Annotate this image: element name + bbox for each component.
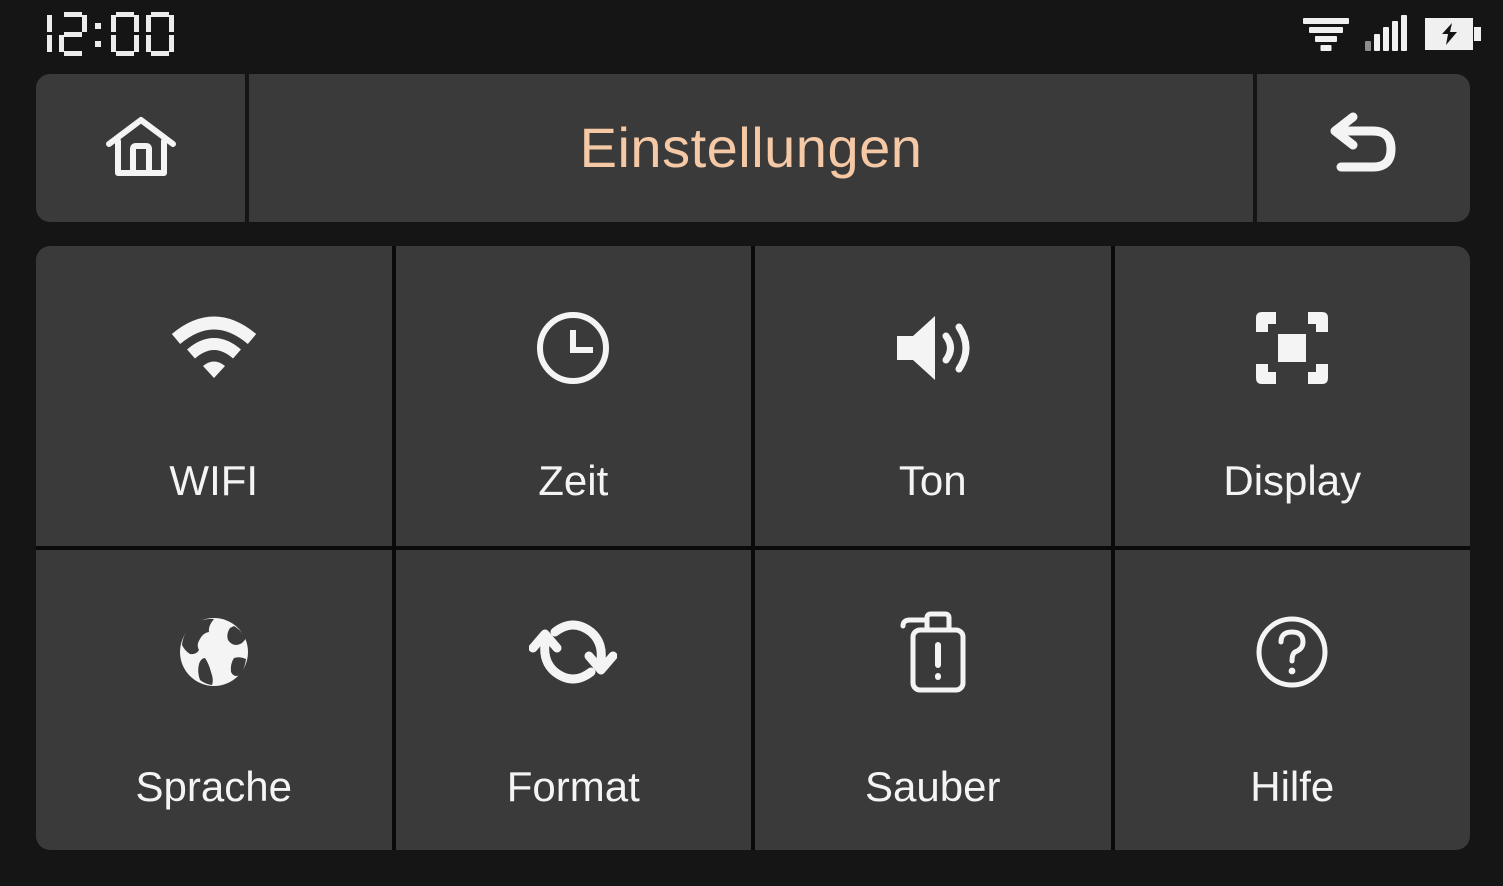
tile-wifi[interactable]: WIFI	[36, 246, 392, 546]
tile-label-wifi: WIFI	[169, 457, 259, 504]
tile-format[interactable]: Format	[395, 550, 751, 850]
tile-hilfe[interactable]: Hilfe	[1114, 550, 1470, 850]
wifi-icon	[168, 302, 260, 394]
page-title-panel: Einstellungen	[249, 74, 1253, 222]
settings-tile-grid: WIFI Zeit Ton Display Sprache Format Sau…	[36, 246, 1470, 850]
status-bar: 12:00	[0, 0, 1503, 68]
tile-display[interactable]: Display	[1114, 246, 1470, 546]
tile-sprache[interactable]: Sprache	[36, 550, 392, 850]
clock-digit-3	[111, 12, 139, 56]
globe-icon	[168, 606, 260, 698]
tile-label-hilfe: Hilfe	[1250, 763, 1335, 810]
home-icon	[105, 117, 176, 176]
clock-digit-1	[24, 12, 52, 56]
header-bar: Einstellungen	[36, 74, 1470, 222]
speaker-volume-icon	[887, 302, 979, 394]
clock-digit-2	[59, 12, 87, 56]
wifi-bars-icon	[1303, 15, 1349, 53]
settings-screen: 12:00	[0, 0, 1503, 886]
tile-ton[interactable]: Ton	[755, 246, 1111, 546]
clock-digit-4	[146, 12, 174, 56]
trash-warning-icon	[887, 606, 979, 698]
refresh-sync-icon	[527, 606, 619, 698]
tile-label-display: Display	[1223, 457, 1362, 504]
tile-label-sauber: Sauber	[865, 763, 1001, 810]
home-button[interactable]	[36, 74, 245, 222]
cellular-signal-icon	[1365, 15, 1409, 53]
question-circle-icon	[1246, 606, 1338, 698]
back-arrow-icon	[1330, 112, 1395, 172]
tile-sauber[interactable]: Sauber	[755, 550, 1111, 850]
display-brightness-icon	[1246, 302, 1338, 394]
clock-colon	[94, 12, 104, 56]
status-icon-group	[1303, 15, 1481, 53]
tile-label-zeit: Zeit	[538, 457, 609, 504]
tile-label-ton: Ton	[898, 457, 967, 504]
clock-icon	[527, 302, 619, 394]
battery-charging-icon	[1425, 18, 1481, 50]
status-clock: 12:00	[18, 12, 181, 56]
tile-zeit[interactable]: Zeit	[395, 246, 751, 546]
tile-label-format: Format	[506, 763, 640, 810]
page-title: Einstellungen	[579, 116, 923, 179]
back-button[interactable]	[1257, 74, 1470, 222]
tile-label-sprache: Sprache	[135, 763, 292, 810]
